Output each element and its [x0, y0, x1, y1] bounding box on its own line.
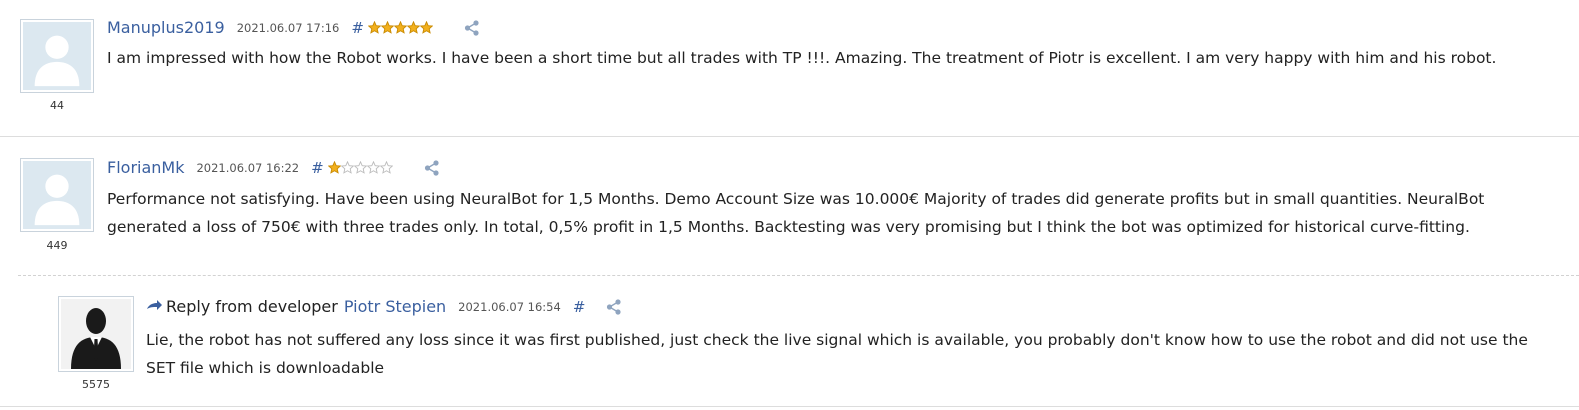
star-empty-icon: [366, 161, 380, 174]
businessman-silhouette-icon: [61, 299, 131, 369]
reply-label: Reply from developer: [146, 297, 338, 316]
review-header: FlorianMk 2021.06.07 16:22 #: [107, 158, 441, 177]
reply-text: Lie, the robot has not suffered any loss…: [146, 331, 1528, 377]
star-empty-icon: [379, 161, 393, 174]
permalink-hash[interactable]: #: [573, 298, 586, 316]
avatar[interactable]: [20, 158, 94, 232]
avatar[interactable]: [20, 19, 94, 93]
review-count: 449: [46, 239, 68, 252]
review-date: 2021.06.07 16:22: [196, 160, 300, 175]
developer-author-link[interactable]: Piotr Stepien: [344, 297, 446, 316]
star-filled-icon: [406, 21, 420, 34]
review-text: Performance not satisfying. Have been us…: [107, 190, 1485, 236]
share-icon[interactable]: [463, 19, 481, 37]
review-count: 44: [50, 99, 64, 112]
review-text: I am impressed with how the Robot works.…: [107, 49, 1497, 67]
author-link[interactable]: Manuplus2019: [107, 18, 225, 37]
star-empty-icon: [353, 161, 367, 174]
review-header: Manuplus2019 2021.06.07 17:16 #: [107, 18, 481, 37]
star-filled-icon: [367, 21, 381, 34]
rating-stars: [327, 161, 393, 174]
star-empty-icon: [340, 161, 354, 174]
review-date: 2021.06.07 17:16: [236, 20, 340, 35]
share-icon[interactable]: [605, 298, 623, 316]
developer-count: 5575: [82, 378, 110, 391]
reply-prefix-text: Reply from developer: [166, 297, 338, 316]
reply-date: 2021.06.07 16:54: [458, 299, 561, 314]
permalink-hash[interactable]: #: [311, 159, 324, 177]
bottom-divider: [0, 406, 1579, 407]
reply-arrow-icon: [147, 299, 162, 310]
star-filled-icon: [327, 161, 341, 174]
star-filled-icon: [393, 21, 407, 34]
reply-header: Reply from developer Piotr Stepien 2021.…: [146, 297, 623, 316]
author-link[interactable]: FlorianMk: [107, 158, 184, 177]
share-icon[interactable]: [423, 159, 441, 177]
review-item: 449 FlorianMk 2021.06.07 16:22 # Perform…: [0, 137, 1579, 277]
rating-stars: [367, 21, 433, 34]
default-user-avatar-icon: [23, 22, 91, 90]
developer-avatar[interactable]: [58, 296, 134, 372]
star-filled-icon: [380, 21, 394, 34]
developer-reply: 5575 Reply from developer Piotr Stepien …: [0, 276, 1579, 410]
default-user-avatar-icon: [23, 161, 91, 229]
star-filled-icon: [419, 21, 433, 34]
review-item: 44 Manuplus2019 2021.06.07 17:16 # I am …: [0, 0, 1579, 137]
permalink-hash[interactable]: #: [351, 19, 364, 37]
